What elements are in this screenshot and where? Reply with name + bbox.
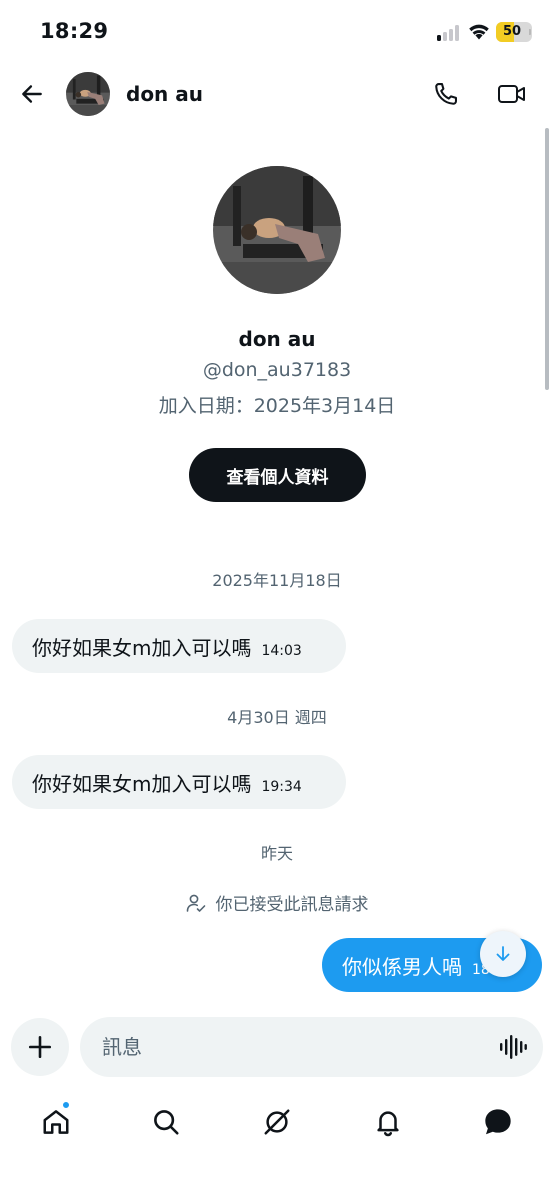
- nav-search[interactable]: [146, 1102, 186, 1142]
- message-text: 你似係男人喎: [342, 954, 462, 979]
- status-time: 18:29: [40, 19, 109, 43]
- profile-handle: @don_au37183: [202, 359, 352, 381]
- nav-messages[interactable]: [478, 1102, 518, 1142]
- profile-name: don au: [238, 327, 316, 351]
- notification-dot: [62, 1101, 70, 1109]
- status-bar: 18:29 50: [0, 0, 554, 62]
- avatar-photo: [66, 72, 110, 116]
- person-check-icon: [186, 894, 205, 912]
- wifi-icon: [469, 24, 489, 40]
- message-time: 19:34: [261, 779, 302, 795]
- video-call-button[interactable]: [492, 76, 532, 112]
- scroll-to-bottom-button[interactable]: [480, 931, 526, 977]
- header-name[interactable]: don au: [126, 82, 203, 106]
- profile-avatar[interactable]: [213, 166, 341, 294]
- message-text: 你好如果女m加入可以嗎: [32, 635, 252, 660]
- date-separator: 4月30日 週四: [227, 708, 327, 727]
- bell-icon: [377, 1111, 399, 1137]
- video-camera-icon: [498, 85, 525, 103]
- view-profile-button[interactable]: 查看個人資料: [189, 448, 366, 502]
- home-icon: [43, 1110, 69, 1134]
- incoming-message[interactable]: 你好如果女m加入可以嗎 19:34: [12, 755, 346, 809]
- header-avatar[interactable]: [66, 72, 110, 116]
- battery-level: 50: [502, 24, 522, 39]
- incoming-message[interactable]: 你好如果女m加入可以嗎 14:03: [12, 619, 346, 673]
- nav-notifications[interactable]: [368, 1102, 408, 1142]
- message-input[interactable]: [102, 1017, 482, 1077]
- date-separator: 昨天: [260, 844, 293, 863]
- add-media-button[interactable]: [11, 1018, 69, 1076]
- date-separator: 2025年11月18日: [212, 571, 342, 590]
- plus-icon: [28, 1035, 52, 1059]
- arrow-down-icon: [496, 946, 510, 961]
- arrow-left-icon: [22, 85, 42, 103]
- cellular-signal-icon: [437, 25, 461, 41]
- request-accepted-text: 你已接受此訊息請求: [215, 895, 369, 915]
- messages-icon: [485, 1109, 511, 1135]
- voice-waveform-icon[interactable]: [499, 1034, 527, 1060]
- voice-call-button[interactable]: [428, 76, 464, 112]
- back-button[interactable]: [14, 76, 50, 112]
- message-time: 14:03: [261, 643, 302, 659]
- request-accepted-notice: 你已接受此訊息請求: [0, 890, 554, 915]
- battery-icon: 50: [496, 22, 532, 42]
- grok-icon: [264, 1109, 290, 1135]
- phone-icon: [435, 83, 457, 105]
- avatar-photo: [213, 166, 341, 294]
- message-text: 你好如果女m加入可以嗎: [32, 771, 252, 796]
- nav-home[interactable]: [36, 1102, 76, 1142]
- nav-grok[interactable]: [257, 1102, 297, 1142]
- bottom-navigation: [0, 1094, 554, 1148]
- profile-join-date: 加入日期：2025年3月14日: [158, 395, 396, 417]
- search-icon: [154, 1110, 179, 1135]
- message-composer: [80, 1017, 543, 1077]
- conversation-header: don au: [0, 62, 554, 126]
